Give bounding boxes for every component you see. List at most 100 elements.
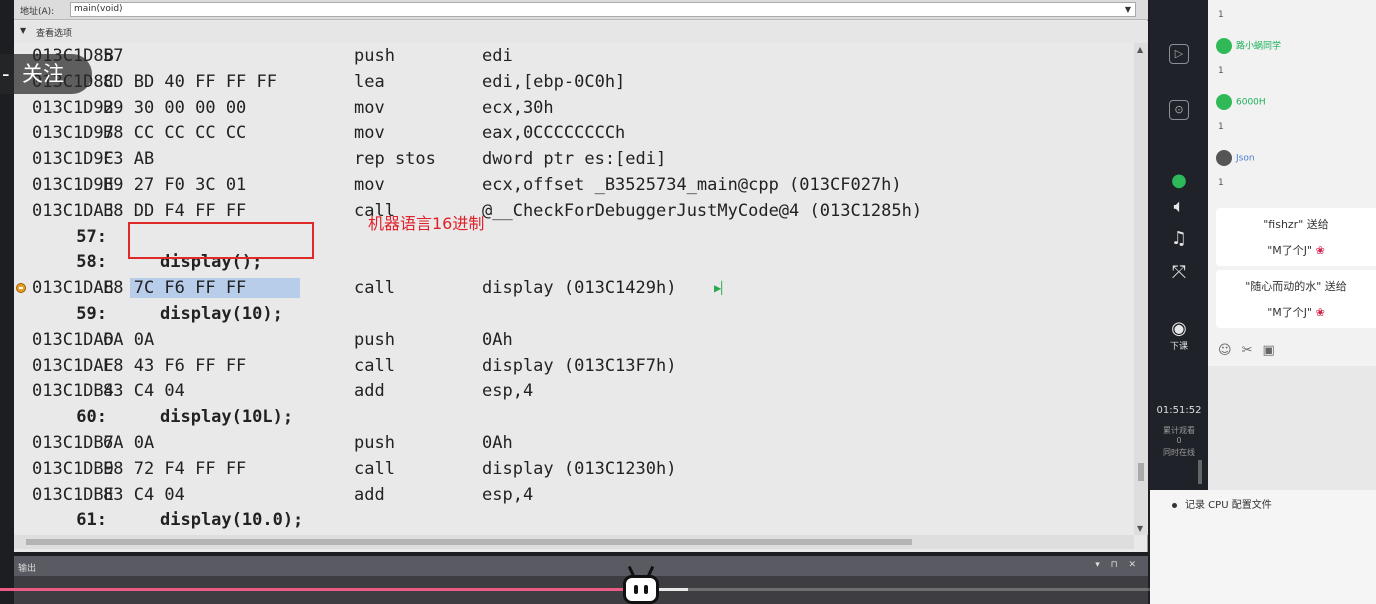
- machine-code: 83 C4 04: [103, 381, 185, 402]
- gift-to-text: "M了个J": [1267, 306, 1313, 319]
- chat-tools: ☺✂▣: [1218, 343, 1285, 358]
- image-icon[interactable]: ▣: [1262, 343, 1284, 358]
- address-bar: 地址(A): main(void) ▼: [14, 0, 1148, 20]
- scroll-thumb[interactable]: [1138, 463, 1144, 481]
- cpu-profile-item[interactable]: 记录 CPU 配置文件: [1172, 496, 1272, 511]
- scroll-down-icon[interactable]: ▼: [1137, 524, 1143, 533]
- operands: edi,[ebp-0C0h]: [482, 71, 626, 92]
- toolbar-scrollbar[interactable]: [1198, 460, 1202, 484]
- follow-button[interactable]: - 关注: [0, 54, 92, 94]
- asm-line[interactable]: 013C1DB9 E8 72 F4 FF FF call display (013C1…: [14, 456, 1134, 482]
- toolbar-item-share[interactable]: ▷: [1150, 44, 1208, 64]
- line-number: 61:: [76, 510, 107, 531]
- address: 013C1DAD: [32, 329, 114, 350]
- source-line[interactable]: 59: display(10);: [14, 301, 1134, 327]
- opcode: mov: [354, 175, 385, 195]
- operands: esp,4: [482, 484, 534, 505]
- expand-icon: ⤧: [1171, 262, 1187, 283]
- emoji-icon[interactable]: ☺: [1218, 343, 1242, 358]
- rose-icon: ❀: [1315, 306, 1325, 319]
- operands: eax,0CCCCCCCCh: [482, 123, 626, 144]
- scroll-thumb[interactable]: [26, 539, 912, 545]
- chat-input-area[interactable]: [1208, 366, 1376, 490]
- asm-line[interactable]: 013C1D92 B9 30 00 00 00 mov ecx,30h: [14, 95, 1134, 121]
- rose-icon: ❀: [1315, 244, 1325, 257]
- stat-label: 累计观看: [1163, 426, 1195, 435]
- line-number: 59:: [76, 304, 107, 324]
- machine-code: 57: [103, 46, 124, 66]
- line-number: 58:: [76, 252, 107, 273]
- scissors-icon[interactable]: ✂: [1242, 343, 1263, 358]
- signal-icon: ●: [1171, 170, 1187, 191]
- clock-icon: ◉: [1171, 318, 1187, 339]
- chevron-down-icon[interactable]: ▼: [20, 26, 26, 35]
- chat-username: 6000H: [1236, 97, 1266, 108]
- asm-line[interactable]: 013C1DAD 6A 0A push 0Ah: [14, 327, 1134, 353]
- toolbar-item-volume[interactable]: 🔈︎: [1150, 196, 1208, 217]
- asm-line[interactable]: 013C1DB4 83 C4 04 add esp,4: [14, 378, 1134, 404]
- chat-username: Json: [1236, 153, 1255, 164]
- asm-line[interactable]: 013C1D9E B9 27 F0 3C 01 mov ecx,offset _B35…: [14, 172, 1134, 198]
- asm-line[interactable]: 013C1DAF E8 43 F6 FF FF call display (013C1…: [14, 353, 1134, 379]
- gift-from: "随心而动的水" 送给: [1245, 280, 1347, 293]
- source-code: display(10);: [160, 304, 283, 324]
- chat-user[interactable]: 6000H: [1216, 94, 1266, 110]
- machine-code: F3 AB: [103, 149, 155, 170]
- toolbar-item-record[interactable]: ⊙: [1150, 100, 1208, 120]
- horizontal-scrollbar[interactable]: [14, 535, 1134, 549]
- toolbar-item-fullscreen[interactable]: ⤧: [1150, 262, 1208, 283]
- operands: display (013C13F7h): [482, 355, 677, 376]
- scroll-up-icon[interactable]: ▲: [1137, 45, 1143, 54]
- operands: edi: [482, 46, 513, 66]
- line-number: 60:: [76, 407, 107, 428]
- operands: display (013C1230h): [482, 458, 677, 479]
- machine-code: B9 27 F0 3C 01: [103, 175, 247, 195]
- opcode: add: [354, 484, 385, 505]
- gift-message: "随心而动的水" 送给 "M了个J" ❀: [1216, 270, 1376, 328]
- panel-controls[interactable]: ▾ ⊓ ✕: [1095, 560, 1140, 570]
- vertical-scrollbar[interactable]: ▲ ▼: [1134, 43, 1148, 535]
- asm-line[interactable]: 013C1DBE 83 C4 04 add esp,4: [14, 482, 1134, 508]
- asm-line[interactable]: 013C1D9C F3 AB rep stos dword ptr es:[edi]: [14, 146, 1134, 172]
- chat-user[interactable]: Json: [1216, 150, 1255, 166]
- chevron-down-icon[interactable]: ▼: [1125, 3, 1131, 16]
- disassembly-window: 地址(A): main(void) ▼ ▼ 查看选项 013C1D8B57pus…: [14, 0, 1148, 552]
- annotation-label: 机器语言16进制: [368, 214, 485, 233]
- breakpoint-icon[interactable]: [16, 283, 26, 294]
- toolbar-item-network[interactable]: ●: [1150, 170, 1208, 191]
- stat-label: 同时在线: [1163, 448, 1195, 457]
- asm-line[interactable]: 013C1DB7 6A 0A push 0Ah: [14, 430, 1134, 456]
- asm-line[interactable]: 013C1D8C8D BD 40 FF FF FFleaedi,[ebp-0C0…: [14, 69, 1134, 95]
- address-label: 地址(A):: [20, 7, 55, 17]
- live-side-panel: ▷ ⊙ ● 🔈︎ ♫ ⤧ ◉ 下课 01:51:52 累计观看 0 同时在线 1…: [1150, 0, 1376, 604]
- dash-icon: -: [2, 62, 10, 86]
- asm-line[interactable]: 013C1DA8 E8 7C F6 FF FF call display (013C1…: [14, 275, 1134, 301]
- disassembly-code[interactable]: 013C1D8B57pushedi013C1D8C8D BD 40 FF FF …: [14, 43, 1134, 535]
- source-line[interactable]: 60: display(10L);: [14, 404, 1134, 430]
- progress-handle-icon[interactable]: [623, 575, 659, 604]
- toolbar-item-end-class[interactable]: ◉ 下课: [1150, 318, 1208, 352]
- address: 013C1DB7: [32, 433, 114, 453]
- opcode: mov: [354, 97, 385, 118]
- asm-line[interactable]: 013C1DA3 E8 DD F4 FF FF call @__CheckForDeb…: [14, 198, 1134, 224]
- message-count: 1: [1218, 122, 1224, 132]
- machine-code: E8 72 F4 FF FF: [103, 458, 247, 479]
- source-line[interactable]: 61: display(10.0);: [14, 507, 1134, 533]
- live-toolbar: ▷ ⊙ ● 🔈︎ ♫ ⤧ ◉ 下课 01:51:52 累计观看 0 同时在线: [1150, 0, 1208, 490]
- toolbar-item-music[interactable]: ♫: [1150, 228, 1208, 249]
- asm-line[interactable]: 013C1D97 B8 CC CC CC CC mov eax,0CCCCCCCCh: [14, 120, 1134, 146]
- address: 013C1D92: [32, 97, 114, 118]
- bullet-icon: [1172, 502, 1177, 508]
- asm-line[interactable]: 013C1D8B57pushedi: [14, 43, 1134, 69]
- address-combo[interactable]: main(void) ▼: [70, 2, 1136, 17]
- chat-user[interactable]: 路小蜗同学: [1216, 38, 1281, 54]
- music-icon: ♫: [1170, 228, 1188, 249]
- address: 013C1DA8: [32, 278, 114, 299]
- opcode: push: [354, 329, 395, 350]
- operands: dword ptr es:[edi]: [482, 149, 667, 170]
- machine-code: B9 30 00 00 00: [103, 97, 247, 118]
- step-arrow-icon[interactable]: ▶▏: [714, 275, 728, 301]
- operands: 0Ah: [482, 329, 513, 350]
- view-options-bar[interactable]: ▼ 查看选项: [14, 21, 1148, 43]
- opcode: add: [354, 381, 385, 402]
